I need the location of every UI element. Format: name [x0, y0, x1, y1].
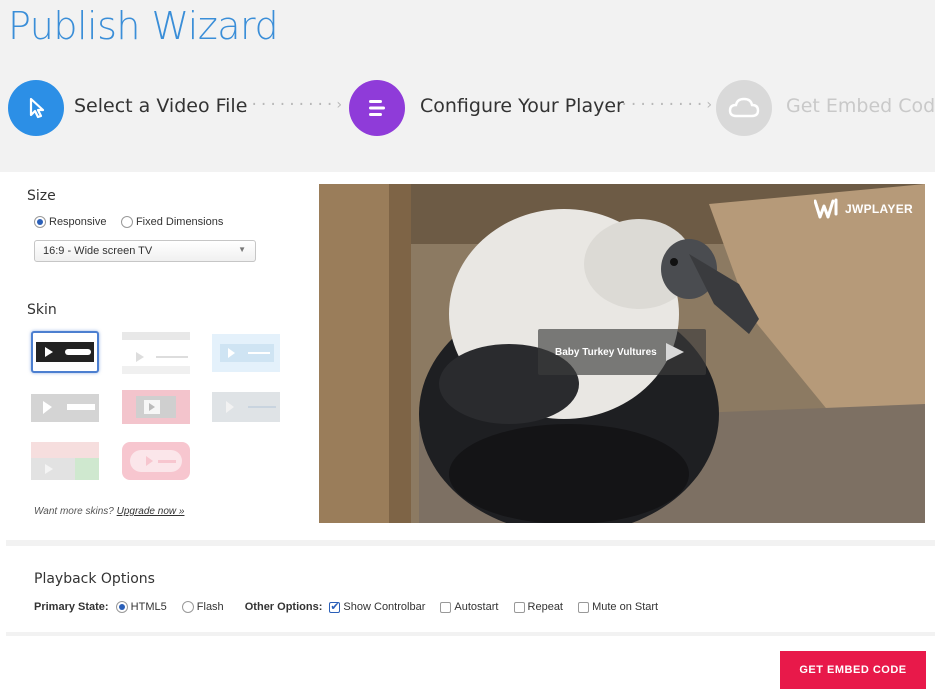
size-title: Size	[27, 188, 56, 204]
play-icon	[666, 343, 684, 361]
size-options: Responsive Fixed Dimensions	[34, 213, 223, 231]
aspect-ratio-select[interactable]: 16:9 - Wide screen TV ▼	[34, 240, 256, 262]
fixed-dimensions-radio[interactable]: Fixed Dimensions	[120, 213, 223, 230]
page-title: Publish Wizard	[8, 4, 279, 48]
upgrade-link[interactable]: Upgrade now »	[117, 506, 185, 517]
step-select-video-button[interactable]	[8, 80, 64, 136]
chevron-down-icon: ▼	[238, 245, 246, 254]
flash-radio[interactable]: Flash	[181, 601, 224, 614]
playback-options-row: Primary State: HTML5 Flash Other Options…	[34, 600, 670, 614]
skin-option-pink[interactable]	[122, 440, 190, 482]
skin-option-gray[interactable]	[31, 386, 99, 428]
responsive-radio[interactable]: Responsive	[34, 213, 106, 230]
html5-radio[interactable]: HTML5	[115, 601, 167, 614]
play-button[interactable]: Baby Turkey Vultures	[538, 329, 706, 375]
get-embed-code-button[interactable]: GET EMBED CODE	[780, 651, 926, 689]
cloud-icon	[728, 97, 760, 118]
step-get-embed-label[interactable]: Get Embed Code	[786, 95, 935, 117]
step-separator: ·········›	[620, 97, 715, 113]
step-separator: ·········›	[250, 97, 345, 113]
jwplayer-logo: JWPLAYER	[814, 198, 913, 220]
wizard-header: Publish Wizard Select a Video File ·····…	[0, 0, 935, 172]
autostart-checkbox[interactable]: Autostart	[440, 601, 498, 613]
playback-options-title: Playback Options	[34, 571, 155, 587]
skin-option-light[interactable]	[122, 332, 190, 374]
show-controlbar-checkbox[interactable]: Show Controlbar	[329, 600, 425, 613]
step-configure-player-button[interactable]	[349, 80, 405, 136]
skin-option-red[interactable]	[122, 386, 190, 428]
step-get-embed-button[interactable]	[716, 80, 772, 136]
skin-upsell: Want more skins? Upgrade now »	[34, 506, 185, 517]
primary-state-label: Primary State:	[34, 601, 109, 614]
cursor-icon	[29, 97, 45, 119]
skin-option-slate[interactable]	[212, 386, 280, 428]
other-options-label: Other Options:	[244, 601, 323, 614]
skin-option-dark[interactable]	[31, 331, 99, 373]
skin-title: Skin	[27, 302, 57, 318]
step-select-video-label[interactable]: Select a Video File	[74, 95, 247, 117]
mute-on-start-checkbox[interactable]: Mute on Start	[578, 601, 658, 613]
jw-logo-icon	[814, 198, 838, 219]
step-configure-player-label[interactable]: Configure Your Player	[420, 95, 624, 117]
repeat-checkbox[interactable]: Repeat	[513, 601, 563, 613]
list-icon	[369, 100, 385, 116]
jwplayer-logo-text: JWPLAYER	[845, 202, 913, 216]
video-title: Baby Turkey Vultures	[555, 346, 657, 358]
playback-options-panel: Playback Options Primary State: HTML5 Fl…	[6, 540, 935, 636]
video-player-preview[interactable]: JWPLAYER Baby Turkey Vultures	[319, 184, 925, 523]
skin-option-green[interactable]	[31, 440, 99, 482]
skin-option-blue[interactable]	[212, 332, 280, 374]
